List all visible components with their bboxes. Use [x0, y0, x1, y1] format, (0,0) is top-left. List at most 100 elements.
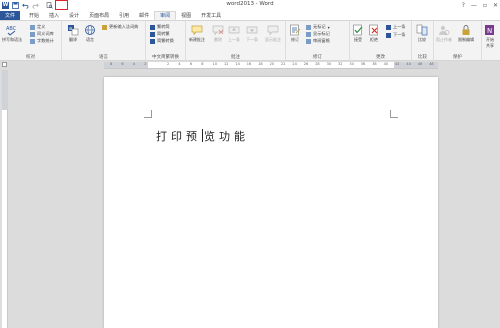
- ruler-number: 34: [349, 62, 354, 66]
- group-label-proofing: 校对: [26, 55, 35, 60]
- tab-design[interactable]: 设计: [64, 11, 84, 20]
- ruler-number: 2: [167, 62, 170, 66]
- track-changes-icon: [289, 24, 301, 36]
- to-traditional-button[interactable]: 简转繁: [150, 31, 170, 37]
- ruler-number: 48: [429, 62, 434, 66]
- document-page[interactable]: 打印预 览功能: [104, 77, 438, 328]
- tab-view[interactable]: 视图: [176, 11, 196, 20]
- markup-label: 无标记: [313, 24, 326, 29]
- next-change-button[interactable]: 下一条: [386, 32, 406, 38]
- convert-button[interactable]: 简繁转换: [150, 38, 174, 44]
- translate-button[interactable]: a 翻译: [67, 24, 79, 43]
- undo-icon[interactable]: [22, 2, 29, 9]
- to-simplified-button[interactable]: 繁转简: [150, 24, 170, 30]
- ruler-toggle[interactable]: [2, 62, 7, 67]
- group-changes: 接受 拒绝 上一条 下一条 更改: [350, 21, 412, 61]
- ruler-number: 22: [281, 62, 286, 66]
- group-proofing: ABC 拼写和语法 定义 同义词库 字数统计 校对: [0, 21, 62, 61]
- tab-file[interactable]: 文件: [0, 11, 21, 20]
- convert-label: 简繁转换: [157, 38, 174, 43]
- thesaurus-icon: [30, 31, 35, 37]
- language-button[interactable]: 语言: [84, 24, 96, 43]
- vertical-ruler[interactable]: [2, 70, 8, 328]
- previous-comment-button[interactable]: 上一条: [228, 24, 240, 43]
- track-changes-button[interactable]: 修订: [289, 24, 301, 43]
- tab-review[interactable]: 审阅: [154, 11, 177, 20]
- delete-comment-button[interactable]: 删除: [212, 24, 224, 43]
- group-compare: 比较 比较: [412, 21, 434, 61]
- to-traditional-label: 简转繁: [157, 31, 170, 36]
- group-label-compare: 比较: [418, 55, 427, 60]
- language-label: 语言: [86, 37, 94, 42]
- accept-button[interactable]: 接受: [352, 24, 364, 43]
- ruler-number: 30: [326, 62, 332, 66]
- restore-button[interactable]: ▫: [483, 2, 487, 9]
- new-comment-button[interactable]: 新建批注: [189, 24, 205, 43]
- define-button[interactable]: 定义: [30, 24, 45, 30]
- update-ime-label: 更新输入法词典: [109, 24, 139, 29]
- update-ime-button[interactable]: 更新输入法词典: [102, 24, 138, 30]
- tab-references[interactable]: 引用: [114, 11, 134, 20]
- tab-home[interactable]: 开始: [24, 11, 44, 20]
- word-count-button[interactable]: 字数统计: [30, 38, 54, 44]
- compare-button[interactable]: 比较: [416, 24, 428, 43]
- thesaurus-button[interactable]: 同义词库: [30, 31, 54, 37]
- track-changes-label: 修订: [291, 37, 299, 42]
- reject-button[interactable]: 拒绝: [368, 24, 380, 43]
- print-preview-icon[interactable]: [46, 1, 53, 9]
- previous-change-button[interactable]: 上一条: [386, 24, 406, 30]
- ruler-number: 46: [417, 62, 423, 66]
- reviewing-pane-icon: [306, 38, 311, 44]
- traditional-icon: [150, 31, 155, 37]
- markup-dropdown[interactable]: 无标记 ▾: [306, 24, 330, 30]
- ruler-number: 16: [246, 62, 252, 66]
- tab-page-layout[interactable]: 页面布局: [84, 11, 114, 20]
- close-button[interactable]: ✕: [493, 2, 498, 9]
- minimize-button[interactable]: —: [471, 2, 477, 9]
- save-icon[interactable]: [12, 1, 19, 9]
- spelling-grammar-button[interactable]: ABC 拼写和语法: [2, 24, 22, 43]
- ruler-number: 2: [144, 62, 147, 66]
- ruler-number: 40: [383, 62, 389, 66]
- accept-label: 接受: [354, 37, 362, 42]
- horizontal-ruler[interactable]: 8 6 4 2 2 4 6 8 10 12 14 16 18 20 22 24 26 28 30 32 34 36 38 40…: [104, 62, 438, 69]
- tab-developer[interactable]: 开发工具: [196, 11, 226, 20]
- document-text-before-cursor: 打印预: [156, 130, 201, 143]
- spelling-label: 拼写和语法: [2, 37, 22, 42]
- ruler-number: 28: [315, 62, 320, 66]
- to-simplified-label: 繁转简: [157, 24, 170, 29]
- block-authors-button[interactable]: 阻止作者: [436, 24, 452, 43]
- restrict-editing-button[interactable]: 限制编辑: [458, 24, 474, 43]
- ruler-number: 8: [201, 62, 204, 66]
- next-comment-icon: [246, 24, 258, 36]
- reject-label: 拒绝: [370, 37, 378, 42]
- document-text-after-cursor: 览功能: [204, 130, 249, 143]
- highlight-box: [55, 0, 68, 10]
- word-count-label: 字数统计: [37, 38, 54, 43]
- ruler-number: 8: [110, 62, 113, 66]
- title-bar: W word2013 - Word ? — ▫ ✕: [0, 0, 500, 10]
- reviewing-pane-button[interactable]: 审阅窗格: [306, 38, 330, 44]
- svg-text:N: N: [487, 27, 492, 35]
- next-comment-button[interactable]: 下一条: [246, 24, 258, 43]
- ruler-number: 10: [212, 62, 218, 66]
- quick-access-toolbar: W: [2, 1, 53, 9]
- document-text[interactable]: 打印预 览功能: [156, 128, 249, 144]
- ruler-numbers: 8 6 4 2 2 4 6 8 10 12 14 16 18 20 22 24 26 28 30 32 34 36 38 40…: [104, 62, 438, 68]
- thesaurus-label: 同义词库: [37, 31, 54, 36]
- group-comments: 新建批注 删除 上一条 下一条 显示批注 批注: [186, 21, 286, 61]
- next-change-icon: [386, 32, 391, 38]
- spelling-icon: ABC: [6, 24, 18, 36]
- tab-mailings[interactable]: 邮件: [134, 11, 154, 20]
- onenote-start-button[interactable]: N 开始 共享: [484, 24, 496, 49]
- show-markup-button[interactable]: 显示标记: [306, 31, 330, 37]
- chevron-down-icon: ▾: [327, 24, 330, 30]
- redo-icon[interactable]: [32, 2, 39, 9]
- tab-insert[interactable]: 插入: [44, 11, 64, 20]
- group-onenote: N 开始 共享: [482, 21, 500, 61]
- margin-corner-top-right: [390, 110, 398, 118]
- reject-icon: [368, 24, 380, 36]
- help-button[interactable]: ?: [462, 2, 465, 9]
- ruler-number: 4: [132, 62, 136, 66]
- show-comments-button[interactable]: 显示批注: [265, 24, 281, 43]
